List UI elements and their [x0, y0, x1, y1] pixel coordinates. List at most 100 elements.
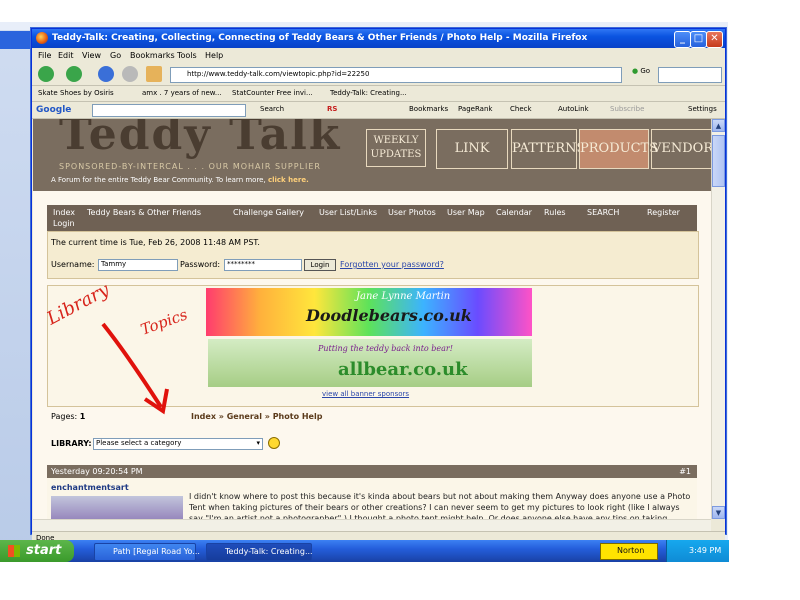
banner-site: Doodlebears.co.uk	[306, 306, 472, 325]
scroll-down-button[interactable]: ▼	[712, 506, 725, 519]
menu-go[interactable]: Go	[110, 51, 121, 60]
current-time: The current time is Tue, Feb 26, 2008 11…	[51, 238, 260, 247]
check-button[interactable]: Check	[510, 105, 532, 113]
menu-view[interactable]: View	[82, 51, 101, 60]
crumb-general[interactable]: General	[227, 412, 262, 421]
horizontal-scrollbar[interactable]	[33, 519, 711, 531]
vertical-scrollbar[interactable]: ▲ ▼	[711, 119, 725, 519]
nav-user-map[interactable]: User Map	[447, 208, 485, 217]
system-tray: 3:49 PM	[666, 540, 729, 562]
scroll-thumb[interactable]	[712, 135, 725, 187]
library-row: LIBRARY:	[51, 439, 92, 448]
login-button[interactable]: Login	[304, 259, 336, 271]
crumb-index[interactable]: Index	[191, 412, 216, 421]
search-box[interactable]	[658, 67, 722, 83]
weekly-updates-button[interactable]: WEEKLY UPDATES	[366, 129, 426, 167]
post-header: Yesterday 09:20:54 PM #1	[47, 465, 697, 478]
norton-tray[interactable]: Norton	[600, 543, 658, 560]
background-window	[0, 30, 34, 550]
password-input[interactable]: ********	[224, 259, 302, 271]
go-button[interactable]: ● Go	[632, 67, 652, 75]
menu-file[interactable]: File	[38, 51, 51, 60]
back-icon[interactable]	[38, 66, 54, 82]
post-time: Yesterday 09:20:54 PM	[51, 467, 143, 476]
nav-rules[interactable]: Rules	[544, 208, 566, 217]
bookmark-item[interactable]: Skate Shoes by Osiris	[38, 89, 114, 97]
post-number[interactable]: #1	[679, 467, 691, 476]
doodlebears-banner[interactable]: Jane Lynne Martin Doodlebears.co.uk	[206, 288, 532, 336]
nav-challenge-gallery[interactable]: Challenge Gallery	[233, 208, 304, 217]
forward-icon[interactable]	[66, 66, 82, 82]
nav-calendar[interactable]: Calendar	[496, 208, 532, 217]
reload-icon[interactable]	[98, 66, 114, 82]
annotation-library: Library	[43, 279, 114, 330]
google-search-button[interactable]: Search	[260, 105, 284, 113]
menu-tools[interactable]: Tools	[177, 51, 197, 60]
scroll-up-button[interactable]: ▲	[712, 119, 725, 132]
password-label: Password:	[180, 260, 221, 269]
google-search-input[interactable]	[92, 104, 246, 117]
nav-user-list[interactable]: User List/Links	[319, 208, 377, 217]
firefox-icon	[36, 32, 48, 44]
site-logo[interactable]: Teddy Talk	[59, 119, 341, 160]
minimize-button[interactable]: _	[674, 31, 691, 48]
bookmark-item[interactable]: StatCounter Free invi...	[232, 89, 313, 97]
url-text: http://www.teddy-talk.com/viewtopic.php?…	[187, 70, 370, 78]
banner-name: Jane Lynne Martin	[356, 291, 451, 302]
subscribe-button[interactable]: Subscribe	[610, 105, 644, 113]
background-window-title	[0, 31, 34, 49]
taskbar-item-firefox[interactable]: Teddy-Talk: Creating...	[206, 543, 313, 561]
menu-bookmarks[interactable]: Bookmarks	[130, 51, 175, 60]
learn-more-link[interactable]: click here.	[268, 176, 309, 184]
rs-button[interactable]: RS	[327, 105, 337, 113]
nav-login[interactable]: Login	[53, 219, 75, 228]
library-label: LIBRARY:	[51, 439, 92, 448]
stop-icon[interactable]	[122, 66, 138, 82]
vendors-button[interactable]: VENDORS	[651, 129, 711, 169]
author-avatar	[51, 496, 183, 519]
clock: 3:49 PM	[689, 546, 722, 555]
post-author[interactable]: enchantmentsart	[51, 483, 129, 492]
view-all-sponsors-link[interactable]: view all banner sponsors	[322, 390, 409, 398]
taskbar-item-path[interactable]: Path [Regal Road Yo...	[94, 543, 200, 561]
pagerank-button[interactable]: PageRank	[458, 105, 492, 113]
close-button[interactable]: ✕	[706, 31, 723, 48]
menu-edit[interactable]: Edit	[58, 51, 74, 60]
nav-search[interactable]: SEARCH	[587, 208, 619, 217]
library-select[interactable]: Please select a category ▾	[93, 438, 263, 450]
patterns-button[interactable]: PATTERNS	[511, 129, 585, 169]
bookmarks-toolbar: Skate Shoes by Osiris amx . 7 years of n…	[32, 86, 725, 102]
start-button[interactable]: start	[0, 540, 74, 562]
nav-index[interactable]: Index	[53, 208, 75, 217]
bookmark-item[interactable]: amx . 7 years of new...	[142, 89, 222, 97]
banner-site: allbear.co.uk	[338, 359, 468, 380]
link-button[interactable]: LINK	[436, 129, 508, 169]
google-toolbar: Google Search RS Bookmarks PageRank Chec…	[32, 102, 725, 119]
forum-tagline: A Forum for the entire Teddy Bear Commun…	[51, 176, 309, 184]
menu-help[interactable]: Help	[205, 51, 223, 60]
nav-register[interactable]: Register	[647, 208, 680, 217]
post: enchantmentsart I didn't know where to p…	[47, 478, 697, 519]
smiley-icon	[268, 437, 280, 449]
go-label: Go	[640, 67, 651, 75]
settings-button[interactable]: Settings	[688, 105, 717, 113]
page-number[interactable]: 1	[80, 412, 86, 421]
username-label: Username:	[51, 260, 95, 269]
forgot-password-link[interactable]: Forgotten your password?	[340, 260, 444, 269]
google-bookmarks-button[interactable]: Bookmarks	[409, 105, 448, 113]
address-bar[interactable]: http://www.teddy-talk.com/viewtopic.php?…	[170, 67, 622, 83]
handwritten-annotation: Library Topics	[43, 279, 190, 415]
allbear-banner[interactable]: Putting the teddy back into bear! allbea…	[208, 339, 532, 387]
navigation-toolbar: http://www.teddy-talk.com/viewtopic.php?…	[32, 63, 725, 86]
windows-logo-icon	[8, 545, 20, 557]
home-icon[interactable]	[146, 66, 162, 82]
nav-teddy-bears[interactable]: Teddy Bears & Other Friends	[87, 208, 201, 217]
site-header: Teddy Talk SPONSORED-BY-INTERCAL . . . O…	[33, 119, 711, 191]
annotation-topics: Topics	[138, 305, 190, 339]
products-button[interactable]: PRODUCTS	[579, 129, 658, 169]
autolink-button[interactable]: AutoLink	[558, 105, 589, 113]
bookmark-item[interactable]: Teddy-Talk: Creating...	[330, 89, 407, 97]
nav-user-photos[interactable]: User Photos	[388, 208, 436, 217]
post-message: I didn't know where to post this because…	[189, 492, 691, 519]
maximize-button[interactable]: □	[690, 31, 707, 48]
